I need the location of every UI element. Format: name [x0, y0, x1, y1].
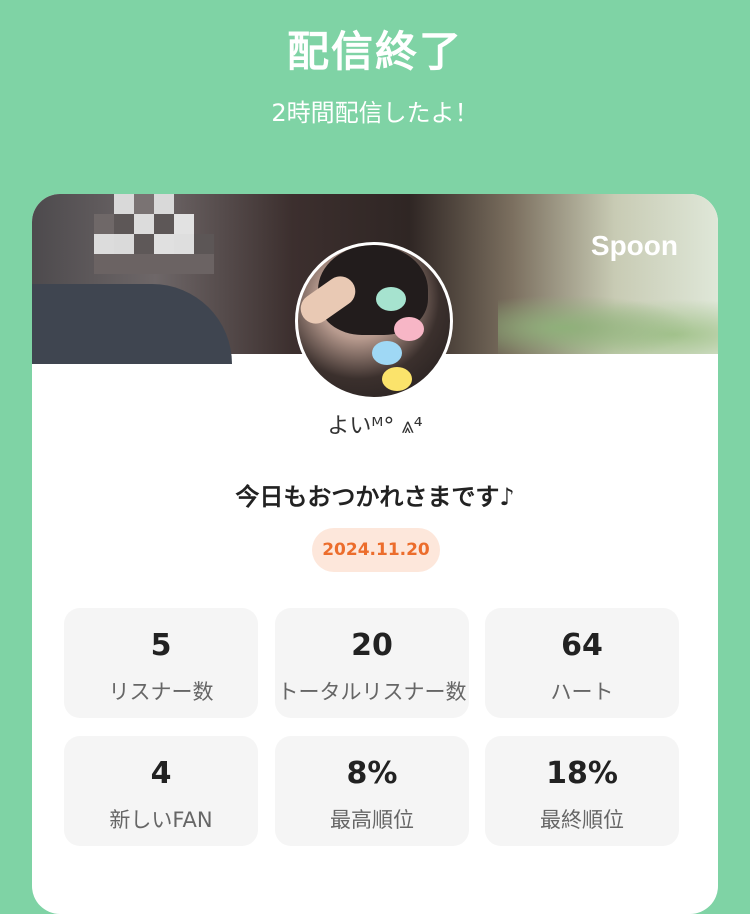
- stat-value: 4: [150, 756, 172, 791]
- stat-listeners: 5 リスナー数: [64, 608, 258, 718]
- page-subtitle: 2時間配信したよ！: [271, 99, 479, 127]
- heart-sticker-icon: [372, 341, 402, 365]
- stat-value: 5: [150, 628, 172, 663]
- spoon-logo: Spoon: [590, 230, 678, 261]
- heart-sticker-icon: [382, 367, 412, 391]
- stat-label: 最高順位: [330, 808, 414, 832]
- stat-label: トータルリスナー数: [277, 680, 467, 704]
- page-title: 配信終了: [286, 27, 463, 76]
- stat-highest-rank: 8% 最高順位: [275, 736, 469, 846]
- mosaic-blur: [94, 194, 214, 284]
- stat-value: 18%: [546, 756, 618, 791]
- stat-new-fans: 4 新しいFAN: [64, 736, 258, 846]
- date-badge: 2024.11.20: [312, 528, 440, 572]
- heart-sticker-icon: [394, 317, 424, 341]
- stat-label: リスナー数: [108, 680, 214, 704]
- stat-label: ハート: [550, 680, 614, 704]
- stat-value: 8%: [346, 756, 398, 791]
- username: よいᴹ° ⩓⁴: [327, 414, 423, 439]
- stat-label: 新しいFAN: [109, 808, 213, 832]
- stat-hearts: 64 ハート: [485, 608, 679, 718]
- stat-value: 64: [561, 628, 603, 663]
- closing-message: 今日もおつかれさまです♪: [235, 483, 515, 511]
- stat-value: 20: [351, 628, 393, 663]
- stat-total-listeners: 20 トータルリスナー数: [275, 608, 469, 718]
- heart-sticker-icon: [376, 287, 406, 311]
- stream-summary-card: Spoon よいᴹ° ⩓⁴ 今日もおつかれさまです♪ 2024.11.20 5 …: [32, 194, 718, 914]
- stat-label: 最終順位: [540, 808, 624, 832]
- stat-final-rank: 18% 最終順位: [485, 736, 679, 846]
- avatar[interactable]: [295, 242, 453, 400]
